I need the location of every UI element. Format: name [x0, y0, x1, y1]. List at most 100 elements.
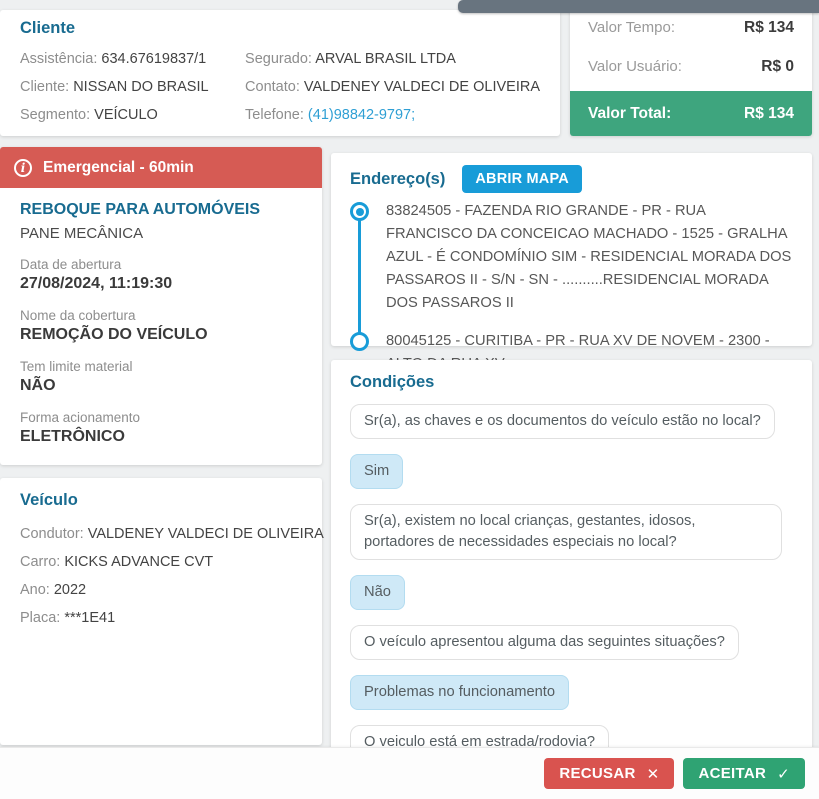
field-value: VALDENEY VALDECI DE OLIVEIRA: [87, 526, 324, 542]
address-item-origin: 83824505 - FAZENDA RIO GRANDE - PR - RUA…: [350, 200, 793, 315]
service-field-value: NÃO: [20, 377, 56, 394]
field-value: NISSAN DO BRASIL: [73, 79, 209, 95]
price-row-label: Valor Usuário:: [588, 58, 682, 75]
field-label: Segurado:: [245, 51, 316, 67]
vehicle-fields: Condutor: VALDENEY VALDECI DE OLIVEIRA Ca…: [20, 520, 324, 632]
addresses-card: Endereço(s) ABRIR MAPA 83824505 - FAZEND…: [331, 153, 812, 372]
open-map-button[interactable]: ABRIR MAPA: [462, 165, 582, 193]
conditions-card: Condições Sr(a), as chaves e os document…: [331, 360, 812, 770]
address-text: 83824505 - FAZENDA RIO GRANDE - PR - RUA…: [386, 203, 792, 311]
field-row: Cliente: NISSAN DO BRASIL: [20, 73, 245, 101]
answer-bubble: Não: [350, 575, 405, 610]
service-field-label: Data de abertura: [20, 257, 122, 272]
service-subtitle: PANE MECÂNICA: [20, 225, 144, 242]
vehicle-card: Veículo Condutor: VALDENEY VALDECI DE OL…: [0, 478, 324, 745]
field-row: Placa: ***1E41: [20, 604, 302, 632]
price-row-tempo: Valor Tempo: R$ 134: [570, 8, 812, 47]
emergency-banner: i Emergencial - 60min: [0, 147, 322, 188]
field-row: Condutor: VALDENEY VALDECI DE OLIVEIRA: [20, 520, 324, 548]
client-fields-left: Assistência: 634.67619837/1 Cliente: NISS…: [20, 45, 245, 129]
message-line: O veículo apresentou alguma das seguinte…: [350, 625, 793, 660]
check-icon: ✓: [777, 765, 790, 783]
price-row-value: R$ 0: [761, 57, 794, 75]
field-value: 634.67619837/1: [101, 51, 207, 67]
field-label: Cliente:: [20, 79, 74, 95]
refuse-button[interactable]: RECUSAR ✕: [544, 758, 675, 789]
field-value: 2022: [53, 582, 87, 598]
field-row: Carro: KICKS ADVANCE CVT: [20, 548, 302, 576]
refuse-button-label: RECUSAR: [559, 765, 636, 782]
address-timeline: 83824505 - FAZENDA RIO GRANDE - PR - RUA…: [350, 200, 793, 376]
field-label: Placa:: [20, 610, 65, 626]
phone-link[interactable]: (41)98842-9797;: [308, 107, 415, 123]
service-fields: Data de abertura 27/08/2024, 11:19:30 Nome…: [20, 257, 302, 446]
message-line: Sim: [350, 454, 793, 489]
field-value: VALDENEY VALDECI DE OLIVEIRA: [303, 79, 540, 95]
service-card: i Emergencial - 60min REBOQUE PARA AUTOM…: [0, 147, 322, 465]
price-total-label: Valor Total:: [588, 104, 672, 122]
service-field: Forma acionamento ELETRÔNICO: [20, 410, 302, 446]
service-field-label: Forma acionamento: [20, 410, 141, 425]
answer-bubble: Problemas no funcionamento: [350, 675, 570, 710]
service-field: Nome da cobertura REMOÇÃO DO VEÍCULO: [20, 308, 302, 344]
field-row: Telefone: (41)98842-9797;: [245, 101, 540, 129]
client-card-title: Cliente: [20, 19, 76, 37]
close-icon: ✕: [646, 765, 660, 783]
field-row: Ano: 2022: [20, 576, 302, 604]
client-card: Cliente Assistência: 634.67619837/1 Clien…: [0, 10, 560, 136]
service-field-value: ELETRÔNICO: [20, 428, 125, 445]
clipped-toolbar-fragment: [458, 0, 819, 13]
field-row: Segurado: ARVAL BRASIL LTDA: [245, 45, 540, 73]
field-value: ARVAL BRASIL LTDA: [315, 51, 456, 67]
service-field: Data de abertura 27/08/2024, 11:19:30: [20, 257, 302, 293]
price-row-label: Valor Tempo:: [588, 19, 675, 36]
field-row: Contato: VALDENEY VALDECI DE OLIVEIRA: [245, 73, 540, 101]
field-row: Segmento: VEÍCULO: [20, 101, 245, 129]
field-value: KICKS ADVANCE CVT: [64, 554, 214, 570]
field-label: Assistência:: [20, 51, 102, 67]
service-field-label: Tem limite material: [20, 359, 133, 374]
field-label: Condutor:: [20, 526, 88, 542]
field-label: Telefone:: [245, 107, 308, 123]
price-total-row: Valor Total: R$ 134: [570, 91, 812, 136]
price-row-value: R$ 134: [744, 18, 794, 36]
addresses-header: Endereço(s) ABRIR MAPA: [350, 165, 793, 193]
origin-point-icon: [350, 202, 369, 221]
field-label: Contato:: [245, 79, 304, 95]
field-label: Ano:: [20, 582, 54, 598]
message-line: Sr(a), existem no local crianças, gestan…: [350, 504, 793, 560]
client-fields: Assistência: 634.67619837/1 Cliente: NISS…: [20, 45, 540, 129]
service-field-label: Nome da cobertura: [20, 308, 136, 323]
service-field-value: REMOÇÃO DO VEÍCULO: [20, 326, 208, 343]
field-label: Carro:: [20, 554, 65, 570]
service-title: REBOQUE PARA AUTOMÓVEIS: [20, 201, 261, 218]
message-line: Problemas no funcionamento: [350, 675, 793, 710]
message-line: Sr(a), as chaves e os documentos do veíc…: [350, 404, 793, 439]
service-field-value: 27/08/2024, 11:19:30: [20, 275, 173, 292]
field-row: Assistência: 634.67619837/1: [20, 45, 245, 73]
service-card-body: REBOQUE PARA AUTOMÓVEIS PANE MECÂNICA Da…: [0, 188, 322, 474]
price-total-value: R$ 134: [744, 104, 794, 122]
field-value: ***1E41: [64, 610, 116, 626]
assistance-request-page: Cliente Assistência: 634.67619837/1 Clien…: [0, 0, 819, 799]
conditions-title: Condições: [350, 373, 435, 391]
action-bar: RECUSAR ✕ ACEITAR ✓: [0, 747, 819, 799]
answer-bubble: Sim: [350, 454, 404, 489]
accept-button[interactable]: ACEITAR ✓: [683, 758, 805, 789]
field-label: Segmento:: [20, 107, 95, 123]
question-bubble: O veículo apresentou alguma das seguinte…: [350, 625, 739, 660]
price-row-usuario: Valor Usuário: R$ 0: [570, 47, 812, 86]
destination-point-icon: [350, 332, 369, 351]
question-bubble: Sr(a), as chaves e os documentos do veíc…: [350, 404, 775, 439]
field-value: VEÍCULO: [94, 107, 158, 123]
conditions-messages: Sr(a), as chaves e os documentos do veíc…: [350, 404, 793, 770]
price-summary-card: Valor Tempo: R$ 134 Valor Usuário: R$ 0 …: [570, 0, 812, 136]
emergency-banner-label: Emergencial - 60min: [43, 158, 194, 176]
service-field: Tem limite material NÃO: [20, 359, 302, 395]
question-bubble: Sr(a), existem no local crianças, gestan…: [350, 504, 782, 560]
accept-button-label: ACEITAR: [698, 765, 767, 782]
addresses-title: Endereço(s): [350, 169, 446, 188]
vehicle-card-title: Veículo: [20, 491, 78, 509]
message-line: Não: [350, 575, 793, 610]
info-icon: i: [14, 158, 32, 177]
